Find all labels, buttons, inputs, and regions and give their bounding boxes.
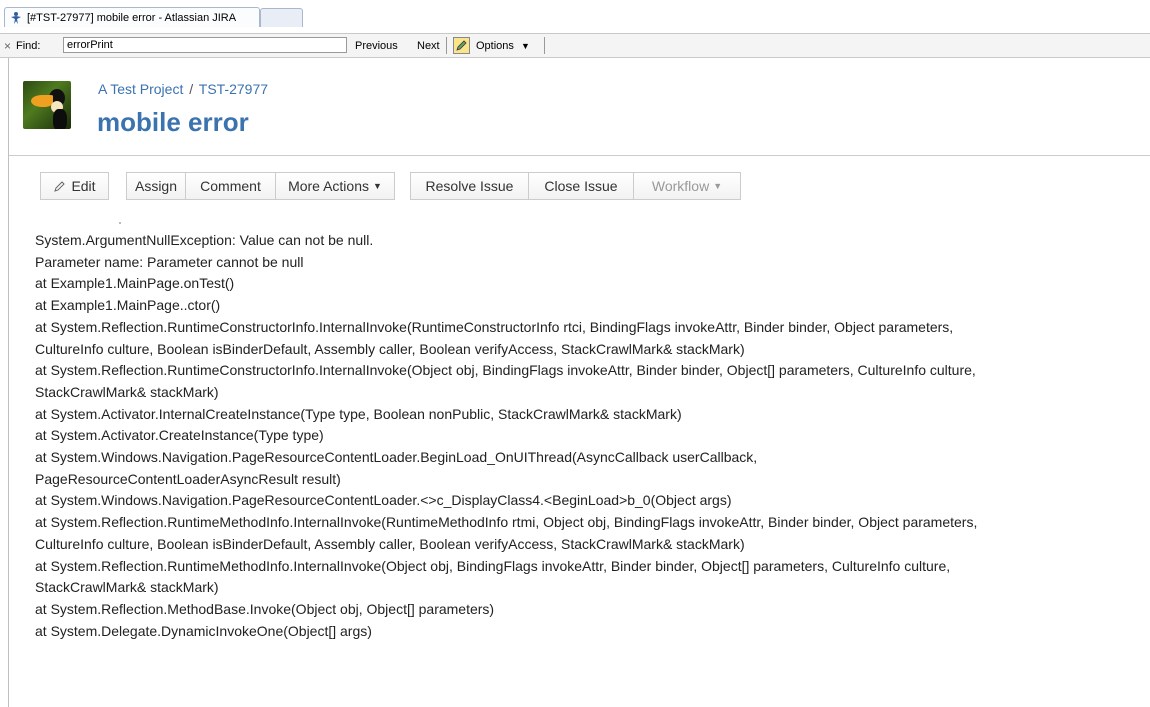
workflow-button[interactable]: Workflow ▼ bbox=[633, 172, 741, 200]
new-tab-button[interactable] bbox=[260, 8, 303, 27]
find-label: Find: bbox=[16, 40, 41, 52]
description-line: Parameter name: Parameter cannot be null bbox=[35, 253, 304, 270]
project-avatar[interactable] bbox=[23, 81, 71, 129]
description-line: CultureInfo culture, Boolean isBinderDef… bbox=[35, 535, 745, 552]
description-line: at System.Activator.CreateInstance(Type … bbox=[35, 427, 324, 444]
description-line: at System.Reflection.RuntimeConstructorI… bbox=[35, 318, 954, 335]
chevron-down-icon: ▼ bbox=[373, 181, 382, 191]
assign-button[interactable]: Assign bbox=[126, 172, 186, 200]
divider bbox=[544, 37, 545, 54]
chevron-down-icon: ▼ bbox=[520, 41, 530, 51]
more-actions-button[interactable]: More Actions ▼ bbox=[275, 172, 395, 200]
find-next-button[interactable]: Next bbox=[417, 40, 440, 52]
browser-tab-strip: [#TST-27977] mobile error - Atlassian JI… bbox=[0, 0, 1150, 34]
chevron-down-icon: ▼ bbox=[713, 181, 723, 191]
description-line: at System.Windows.Navigation.PageResourc… bbox=[35, 492, 732, 509]
description-line: at System.Reflection.MethodBase.Invoke(O… bbox=[35, 600, 495, 617]
description-line: PageResourceContentLoaderAsyncResult res… bbox=[35, 470, 341, 487]
find-options-button[interactable]: Options ▼ bbox=[476, 40, 530, 52]
find-bar: × Find: Previous Next Options ▼ bbox=[0, 33, 1150, 58]
description-line: at System.Activator.InternalCreateInstan… bbox=[35, 405, 682, 422]
jira-icon bbox=[9, 11, 23, 25]
breadcrumb: A Test Project / TST-27977 bbox=[98, 81, 268, 97]
browser-tab-title: [#TST-27977] mobile error - Atlassian JI… bbox=[27, 11, 237, 24]
description-line: StackCrawlMark& stackMark) bbox=[35, 383, 219, 400]
resolve-issue-button[interactable]: Resolve Issue bbox=[410, 172, 529, 200]
browser-tab[interactable]: [#TST-27977] mobile error - Atlassian JI… bbox=[4, 7, 260, 27]
breadcrumb-issue-key-link[interactable]: TST-27977 bbox=[199, 81, 268, 97]
issue-header: A Test Project / TST-27977 mobile error bbox=[9, 58, 1150, 156]
description-line: at System.Windows.Navigation.PageResourc… bbox=[35, 449, 758, 466]
find-previous-button[interactable]: Previous bbox=[355, 40, 398, 52]
description-line: at Example1.MainPage..ctor() bbox=[35, 297, 221, 314]
description-line: at System.Delegate.DynamicInvokeOne(Obje… bbox=[35, 622, 372, 639]
close-issue-button[interactable]: Close Issue bbox=[528, 172, 634, 200]
divider bbox=[119, 222, 121, 224]
find-options-label: Options bbox=[476, 40, 514, 52]
workflow-label: Workflow bbox=[651, 178, 710, 194]
description-line: CultureInfo culture, Boolean isBinderDef… bbox=[35, 340, 745, 357]
issue-title[interactable]: mobile error bbox=[97, 107, 249, 138]
find-input[interactable] bbox=[63, 37, 347, 53]
jira-page: A Test Project / TST-27977 mobile error … bbox=[8, 58, 1150, 707]
description-line: System.ArgumentNullException: Value can … bbox=[35, 232, 374, 248]
breadcrumb-separator: / bbox=[189, 81, 194, 97]
issue-description: System.ArgumentNullException: Value can … bbox=[35, 230, 1140, 642]
edit-button[interactable]: Edit bbox=[40, 172, 109, 200]
description-line: at System.Reflection.RuntimeMethodInfo.I… bbox=[35, 557, 951, 574]
description-line: at Example1.MainPage.onTest() bbox=[35, 275, 235, 292]
more-actions-label: More Actions bbox=[288, 178, 369, 194]
close-icon[interactable]: × bbox=[4, 39, 11, 53]
pencil-icon bbox=[53, 180, 66, 193]
divider bbox=[446, 37, 447, 54]
highlight-pencil-icon[interactable] bbox=[453, 37, 470, 54]
breadcrumb-project-link[interactable]: A Test Project bbox=[98, 81, 183, 97]
comment-button[interactable]: Comment bbox=[185, 172, 276, 200]
description-line: StackCrawlMark& stackMark) bbox=[35, 579, 219, 596]
edit-label: Edit bbox=[71, 178, 96, 194]
description-line: at System.Reflection.RuntimeConstructorI… bbox=[35, 362, 976, 379]
description-line: at System.Reflection.RuntimeMethodInfo.I… bbox=[35, 514, 978, 531]
